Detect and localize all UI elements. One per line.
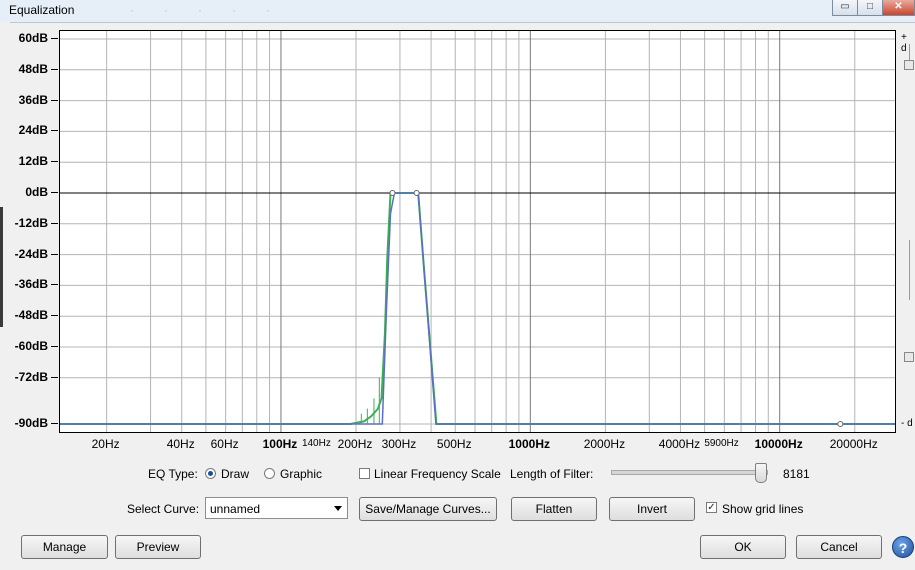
- gain-max-handle[interactable]: [904, 60, 914, 70]
- db-tick: [51, 315, 58, 317]
- manage-button[interactable]: Manage: [21, 535, 108, 559]
- draw-radio-dot: [208, 471, 213, 476]
- gain-min-handle[interactable]: [904, 352, 914, 362]
- eq-curve-series-1: [60, 192, 895, 425]
- draw-label[interactable]: Draw: [221, 467, 249, 481]
- frequency-label: 300Hz: [381, 437, 417, 451]
- graphic-label[interactable]: Graphic: [280, 467, 322, 481]
- db-label: -36dB: [14, 277, 48, 292]
- frequency-label: 20Hz: [91, 437, 120, 451]
- linear-frequency-label[interactable]: Linear Frequency Scale: [374, 467, 501, 481]
- draw-radio[interactable]: [205, 468, 216, 479]
- frequency-label: 20000Hz: [829, 437, 878, 451]
- db-label: -48dB: [14, 308, 48, 323]
- db-label: 36dB: [18, 92, 48, 107]
- db-label: 48dB: [18, 61, 48, 76]
- eq-curve-series-0: [60, 192, 895, 425]
- gain-ruler-line-mid: [909, 240, 910, 300]
- close-button[interactable]: ✕: [882, 0, 915, 16]
- minimize-button[interactable]: ▭: [832, 0, 858, 16]
- db-label: -12dB: [14, 215, 48, 230]
- db-tick: [51, 161, 58, 163]
- db-tick: [51, 346, 58, 347]
- window-title: Equalization: [9, 3, 75, 17]
- eq-curve-chart[interactable]: [60, 31, 895, 432]
- db-axis: 60dB 48dB 36dB 24dB 12dB 0dB -12dB -24dB -36dB -4…: [10, 30, 58, 434]
- graphic-radio[interactable]: [264, 468, 275, 479]
- frequency-label: 40Hz: [166, 437, 195, 451]
- left-edge-strip: [0, 207, 3, 327]
- filter-length-slider-track[interactable]: [611, 470, 768, 475]
- save-manage-curves-button[interactable]: Save/Manage Curves...: [359, 497, 497, 521]
- curve-control-point: [837, 421, 844, 427]
- db-tick: [51, 130, 58, 132]
- background-toolbar-ghost: ·····: [130, 3, 300, 17]
- gain-minus-label: - d: [901, 418, 913, 429]
- show-grid-checkbox[interactable]: ✓: [706, 502, 717, 513]
- frequency-label: 2000Hz: [583, 437, 626, 451]
- invert-button[interactable]: Invert: [609, 497, 695, 521]
- db-tick: [51, 376, 58, 378]
- db-tick: [51, 38, 58, 39]
- frequency-label: 100Hz: [262, 437, 298, 451]
- eq-type-label: EQ Type:: [148, 467, 198, 481]
- eq-plot-area[interactable]: [59, 30, 896, 433]
- db-tick: [51, 68, 58, 70]
- curve-control-point: [413, 190, 420, 196]
- db-label: -24dB: [14, 246, 48, 261]
- frequency-label: 500Hz: [436, 437, 472, 451]
- filter-length-slider-thumb[interactable]: [755, 463, 767, 483]
- db-tick: [51, 222, 58, 224]
- db-label: 60dB: [18, 31, 48, 45]
- db-label: -60dB: [14, 339, 48, 353]
- db-tick: [51, 99, 58, 101]
- chevron-down-icon: [334, 506, 342, 511]
- db-tick: [51, 253, 58, 255]
- frequency-label: 200Hz: [337, 437, 373, 451]
- left-edge: [0, 22, 10, 570]
- db-label: 12dB: [18, 154, 48, 169]
- gain-ruler[interactable]: + d - d: [897, 30, 915, 440]
- frequency-label: 5900Hz: [704, 438, 739, 449]
- linear-frequency-checkbox[interactable]: [359, 468, 370, 479]
- db-tick: [51, 284, 58, 286]
- db-label: 24dB: [18, 123, 48, 138]
- gain-plus-label: + d: [901, 32, 907, 54]
- frequency-axis: 20Hz 40Hz 60Hz 100Hz 140Hz 200Hz 300Hz 500Hz 100…: [59, 434, 896, 454]
- db-tick: [51, 192, 58, 193]
- frequency-label: 60Hz: [210, 437, 239, 451]
- frequency-label: 4000Hz: [658, 437, 701, 451]
- db-label: -90dB: [14, 416, 48, 430]
- ok-button[interactable]: OK: [700, 535, 786, 559]
- curve-control-point: [389, 190, 396, 196]
- frequency-label: 140Hz: [301, 438, 331, 449]
- frequency-label: 1000Hz: [508, 437, 550, 451]
- preview-button[interactable]: Preview: [115, 535, 201, 559]
- title-bar: Equalization ····· ▭ □ ✕: [0, 0, 915, 23]
- db-tick: [51, 423, 58, 424]
- select-curve-dropdown[interactable]: unnamed: [205, 497, 348, 519]
- maximize-button[interactable]: □: [857, 0, 883, 16]
- filter-length-value: 8181: [783, 467, 810, 481]
- db-label: 0dB: [25, 185, 48, 199]
- show-grid-label[interactable]: Show grid lines: [722, 502, 803, 516]
- filter-length-label: Length of Filter:: [510, 467, 594, 481]
- db-label: -72dB: [14, 369, 48, 384]
- help-icon[interactable]: ?: [892, 536, 914, 558]
- flatten-button[interactable]: Flatten: [511, 497, 597, 521]
- frequency-label: 10000Hz: [754, 437, 803, 451]
- select-curve-value: unnamed: [210, 502, 261, 516]
- select-curve-label: Select Curve:: [127, 502, 200, 516]
- cancel-button[interactable]: Cancel: [796, 535, 882, 559]
